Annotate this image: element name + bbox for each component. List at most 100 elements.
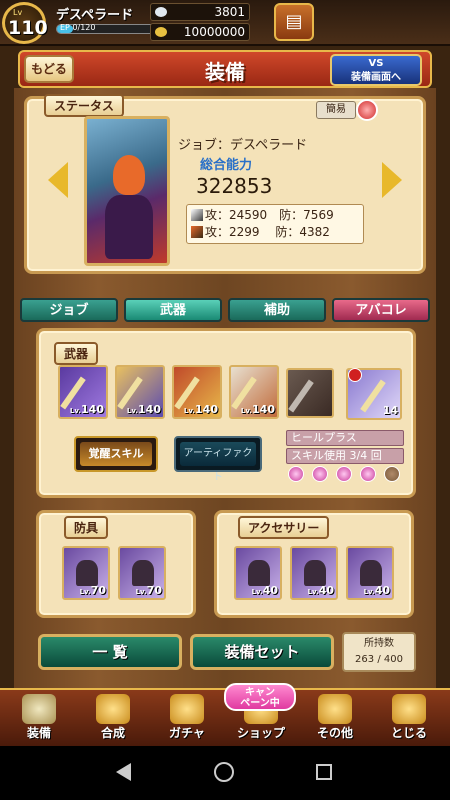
list-button[interactable]: 一 覧 <box>38 634 182 670</box>
weapon-art <box>288 379 314 413</box>
armor-slot-2[interactable]: Lv.70 <box>118 546 166 600</box>
nav-label: ショップ <box>236 726 285 740</box>
armor-tag: 防具 <box>64 516 109 539</box>
armor-panel <box>36 510 196 618</box>
armor-art <box>76 560 98 586</box>
back-button[interactable]: もどる <box>24 55 74 83</box>
nav-close[interactable]: とじる <box>374 690 444 744</box>
hat-shape <box>113 155 145 195</box>
player-level: 110 <box>8 17 48 39</box>
player-level-badge: Lv 110 <box>2 2 48 44</box>
skill-orb-icon <box>360 466 376 482</box>
accessory-tag: アクセサリー <box>238 516 330 539</box>
power-label: 総合能力 <box>200 158 253 173</box>
refresh-icon[interactable] <box>356 99 378 121</box>
skill-orb-icon <box>336 466 352 482</box>
magic-stats: 攻：2299 防：4382 <box>205 225 330 239</box>
gem-count: 3801 <box>214 5 245 19</box>
campaign-line1: キャン <box>245 687 275 698</box>
weapon-level: Lv.140 <box>183 403 218 416</box>
weapon-level: Lv.140 <box>240 403 275 416</box>
awaken-skill-label: 覚醒スキル <box>80 442 152 466</box>
armor-level: Lv.70 <box>79 584 106 597</box>
weapon-level: Lv.140 <box>126 403 161 416</box>
weapon-level: 14 <box>382 404 398 417</box>
job-name: ジョブ：デスペラード <box>178 138 308 153</box>
campaign-badge[interactable]: キャン ペーン中 <box>224 683 296 711</box>
accessory-slot-2[interactable]: Lv.40 <box>290 546 338 600</box>
accessory-slot-3[interactable]: Lv.40 <box>346 546 394 600</box>
gear-icon <box>318 694 352 724</box>
sword-shield-icon <box>22 694 56 724</box>
level-label: Lv <box>13 8 23 17</box>
accessory-art <box>304 560 326 586</box>
skill-orb-icon <box>288 466 304 482</box>
player-name: デスペラード <box>56 8 134 23</box>
nav-gacha[interactable]: ガチャ <box>152 690 222 744</box>
status-tag: ステータス <box>44 94 125 117</box>
weapon-slot-4[interactable]: Lv.140 <box>229 365 279 419</box>
nav-other[interactable]: その他 <box>300 690 370 744</box>
skill-orb-empty-icon <box>384 466 400 482</box>
vs-sublabel: 装備画面へ <box>351 72 401 83</box>
stat-box: 攻：24590 防：7569 攻：2299 防：4382 <box>186 204 364 244</box>
vs-equip-button[interactable]: VS 装備画面へ <box>330 54 422 86</box>
nav-label: とじる <box>390 726 427 740</box>
artifact-button[interactable]: アーティファクト <box>174 436 262 483</box>
gold-row: 10000000 <box>150 23 250 41</box>
tab-avatar[interactable]: アバコレ <box>332 298 430 322</box>
magic-stat-row: 攻：2299 防：4382 <box>191 224 359 241</box>
vs-label: VS <box>368 58 384 69</box>
accessory-art <box>248 560 270 586</box>
gem-row: 3801 <box>150 3 250 21</box>
tab-job[interactable]: ジョブ <box>20 298 118 322</box>
staff-icon <box>191 226 203 238</box>
nav-label: 合成 <box>100 726 125 740</box>
weapon-slot-2[interactable]: Lv.140 <box>115 365 165 419</box>
nav-synthesis[interactable]: 合成 <box>78 690 148 744</box>
weapon-level: Lv.140 <box>69 403 104 416</box>
simple-view-button[interactable]: 簡易 <box>316 101 356 119</box>
page-title: 装備 <box>205 60 245 84</box>
awaken-skill-button[interactable]: 覚醒スキル <box>74 436 158 472</box>
tab-support[interactable]: 補助 <box>228 298 326 322</box>
artifact-label: アーティファクト <box>180 442 256 483</box>
weapon-slot-1[interactable]: Lv.140 <box>58 365 108 419</box>
close-icon <box>392 694 426 724</box>
weapon-slot-3[interactable]: Lv.140 <box>172 365 222 419</box>
phys-stat-row: 攻：24590 防：7569 <box>191 207 359 224</box>
armor-slot-1[interactable]: Lv.70 <box>62 546 110 600</box>
nav-label: その他 <box>316 726 353 740</box>
prev-arrow-icon[interactable] <box>48 162 68 198</box>
inventory-count-label: 所持数 <box>364 638 394 649</box>
equip-set-button[interactable]: 装備セット <box>190 634 334 670</box>
armor-art <box>132 560 154 586</box>
gem-icon <box>155 7 167 17</box>
accessory-slot-1[interactable]: Lv.40 <box>234 546 282 600</box>
weapon-slot-5[interactable] <box>286 368 334 418</box>
skill-name: ヒールプラス <box>286 430 404 446</box>
gold-count: 10000000 <box>183 25 245 39</box>
accessory-art <box>360 560 382 586</box>
power-value: 322853 <box>196 174 273 198</box>
accessory-level: Lv.40 <box>363 584 390 597</box>
tab-weapon[interactable]: 武器 <box>124 298 222 322</box>
nav-label: ガチャ <box>169 726 205 740</box>
sword-icon <box>191 209 203 221</box>
system-home-icon[interactable] <box>214 762 234 782</box>
nav-label: 装備 <box>26 726 51 740</box>
currency-box: 3801 10000000 <box>150 3 250 43</box>
character-portrait[interactable] <box>84 116 170 266</box>
hammer-icon <box>96 694 130 724</box>
next-arrow-icon[interactable] <box>382 162 402 198</box>
body-shape <box>105 195 153 259</box>
accessory-level: Lv.40 <box>307 584 334 597</box>
menu-book-button[interactable]: ▤ <box>274 3 314 41</box>
nav-equip[interactable]: 装備 <box>4 690 74 744</box>
system-recents-icon[interactable] <box>316 764 332 780</box>
armor-level: Lv.70 <box>135 584 162 597</box>
skill-use-count: スキル使用 3/4 回 <box>286 448 404 464</box>
inventory-count-value: 263 / 400 <box>355 654 403 665</box>
red-gem-icon <box>348 368 362 382</box>
system-back-icon[interactable] <box>116 763 131 781</box>
